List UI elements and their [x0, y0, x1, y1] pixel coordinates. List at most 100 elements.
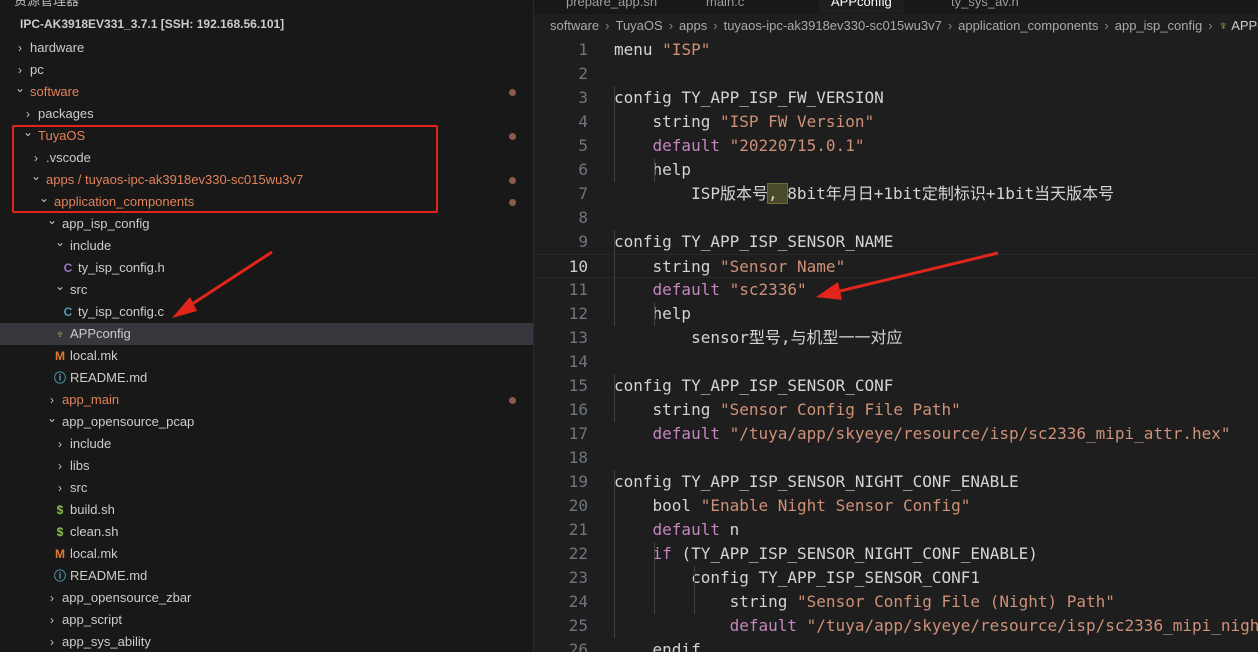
tree-item-build-sh[interactable]: $ build.sh	[0, 499, 533, 521]
line-number: 19	[568, 472, 588, 491]
code-line[interactable]: 23 config TY_APP_ISP_SENSOR_CONF1	[534, 566, 1258, 590]
tree-item-local-mk[interactable]: Mlocal.mk	[0, 345, 533, 367]
code-line[interactable]: 25 default "/tuya/app/skyeye/resource/is…	[534, 614, 1258, 638]
tree-item-libs[interactable]: › libs	[0, 455, 533, 477]
chevron-down-icon[interactable]: ⌄	[45, 407, 59, 429]
code-line[interactable]: 9 config TY_APP_ISP_SENSOR_NAME	[534, 230, 1258, 254]
chevron-right-icon[interactable]: ›	[53, 455, 67, 477]
line-number: 25	[568, 616, 588, 635]
tree-item-ty-isp-config-c[interactable]: Cty_isp_config.c	[0, 301, 533, 323]
tree-item-app-sys-ability[interactable]: › app_sys_ability	[0, 631, 533, 652]
code-line[interactable]: 16 string "Sensor Config File Path"	[534, 398, 1258, 422]
code-line[interactable]: 10 string "Sensor Name"	[534, 254, 1258, 278]
code-line[interactable]: 7 ISP版本号, 8bit年月日+1bit定制标识+1bit当天版本号	[534, 182, 1258, 206]
breadcrumb-item[interactable]: software	[550, 14, 599, 38]
code-line[interactable]: 14	[534, 350, 1258, 374]
breadcrumb-item[interactable]: application_components	[958, 14, 1098, 38]
code-token: config TY_APP_ISP_SENSOR_NIGHT_CONF_ENAB…	[614, 472, 1019, 491]
tab-main-c[interactable]: main.c	[694, 0, 756, 13]
breadcrumb-item[interactable]: app_isp_config	[1115, 14, 1202, 38]
code-line[interactable]: 4 string "ISP FW Version"	[534, 110, 1258, 134]
tab-ty-sys-av-h[interactable]: ty_sys_av.h	[939, 0, 1031, 13]
code-line[interactable]: 22 if (TY_APP_ISP_SENSOR_NIGHT_CONF_ENAB…	[534, 542, 1258, 566]
annotation-highlight-box	[12, 125, 438, 213]
chevron-right-icon[interactable]: ›	[53, 477, 67, 499]
chevron-right-icon[interactable]: ›	[45, 587, 59, 609]
line-number: 9	[578, 232, 588, 251]
code-line[interactable]: 26 endif	[534, 638, 1258, 652]
tab-appconfig[interactable]: APPconfig	[819, 0, 904, 13]
code-line[interactable]: 17 default "/tuya/app/skyeye/resource/is…	[534, 422, 1258, 446]
code-text: default "20220715.0.1"	[614, 134, 865, 158]
line-number: 10	[568, 257, 588, 276]
code-text: bool "Enable Night Sensor Config"	[614, 494, 971, 518]
breadcrumb-item[interactable]: apps	[679, 14, 707, 38]
tree-item-readme-md[interactable]: ⓘ README.md	[0, 367, 533, 389]
code-token: config TY_APP_ISP_SENSOR_CONF1	[614, 568, 981, 587]
code-line[interactable]: 8	[534, 206, 1258, 230]
line-number: 8	[578, 208, 588, 227]
tree-item-label: include	[70, 238, 112, 253]
chevron-right-icon[interactable]: ›	[53, 433, 67, 455]
tree-item-app-main[interactable]: › app_main	[0, 389, 533, 411]
code-line[interactable]: 1 menu "ISP"	[534, 38, 1258, 62]
code-token: "Sensor Config File (Night) Path"	[797, 592, 1115, 611]
code-line[interactable]: 19 config TY_APP_ISP_SENSOR_NIGHT_CONF_EN…	[534, 470, 1258, 494]
code-line[interactable]: 13 sensor型号,与机型一一对应	[534, 326, 1258, 350]
tree-item-label: libs	[70, 458, 90, 473]
chevron-right-icon[interactable]: ›	[45, 631, 59, 652]
code-line[interactable]: 2	[534, 62, 1258, 86]
tree-item-include[interactable]: › include	[0, 433, 533, 455]
tree-item-readme-md[interactable]: ⓘ README.md	[0, 565, 533, 587]
chevron-right-icon[interactable]: ›	[13, 37, 27, 59]
line-number: 20	[568, 496, 588, 515]
chevron-down-icon[interactable]: ⌄	[13, 77, 27, 99]
code-line[interactable]: 12 help	[534, 302, 1258, 326]
line-number: 17	[568, 424, 588, 443]
code-line[interactable]: 3 config TY_APP_ISP_FW_VERSION	[534, 86, 1258, 110]
tree-item-pc[interactable]: › pc	[0, 59, 533, 81]
code-line[interactable]: 21 default n	[534, 518, 1258, 542]
tree-item-packages[interactable]: › packages	[0, 103, 533, 125]
code-line[interactable]: 18	[534, 446, 1258, 470]
tree-item-software[interactable]: ⌄ software	[0, 81, 533, 103]
breadcrumb-separator-icon: ›	[947, 18, 953, 33]
code-line[interactable]: 6 help	[534, 158, 1258, 182]
line-number: 1	[578, 40, 588, 59]
breadcrumb-item[interactable]: ♆ APPconfig	[1219, 14, 1258, 38]
chevron-down-icon[interactable]: ⌄	[53, 275, 67, 297]
tree-item-src[interactable]: › src	[0, 477, 533, 499]
tree-item-appconfig[interactable]: ♆ APPconfig	[0, 323, 533, 345]
code-line[interactable]: 24 string "Sensor Config File (Night) Pa…	[534, 590, 1258, 614]
tree-item-include[interactable]: ⌄ include	[0, 235, 533, 257]
breadcrumb-separator-icon: ›	[668, 18, 674, 33]
chevron-right-icon[interactable]: ›	[45, 609, 59, 631]
tree-item-clean-sh[interactable]: $ clean.sh	[0, 521, 533, 543]
tree-item-ty-isp-config-h[interactable]: Cty_isp_config.h	[0, 257, 533, 279]
tree-item-label: clean.sh	[70, 524, 119, 539]
code-line[interactable]: 5 default "20220715.0.1"	[534, 134, 1258, 158]
code-token: default	[614, 616, 807, 635]
modified-dot-icon	[509, 199, 516, 206]
tree-item-app-opensource-zbar[interactable]: › app_opensource_zbar	[0, 587, 533, 609]
kconfig-icon: ♆	[55, 327, 65, 341]
tree-item-label: APPconfig	[70, 326, 131, 341]
code-token: string	[614, 592, 798, 611]
tree-item-app-opensource-pcap[interactable]: ⌄ app_opensource_pcap	[0, 411, 533, 433]
workspace-header[interactable]: IPC-AK3918EV331_3.7.1 [SSH: 192.168.56.1…	[20, 17, 284, 31]
tree-item-app-isp-config[interactable]: ⌄ app_isp_config	[0, 213, 533, 235]
tab-prepare-app-sh[interactable]: prepare_app.sh	[554, 0, 669, 13]
code-line[interactable]: 15 config TY_APP_ISP_SENSOR_CONF	[534, 374, 1258, 398]
code-line[interactable]: 11 default "sc2336"	[534, 278, 1258, 302]
tree-item-hardware[interactable]: › hardware	[0, 37, 533, 59]
breadcrumb-item[interactable]: tuyaos-ipc-ak3918ev330-sc015wu3v7	[724, 14, 942, 38]
breadcrumb-item[interactable]: TuyaOS	[615, 14, 662, 38]
tree-item-app-script[interactable]: › app_script	[0, 609, 533, 631]
line-number: 21	[568, 520, 588, 539]
code-editor[interactable]: 1 menu "ISP" 2 3 config TY_APP_ISP_FW_VERSIO…	[534, 38, 1258, 652]
code-text: endif	[614, 638, 701, 652]
tree-item-src[interactable]: ⌄ src	[0, 279, 533, 301]
chevron-down-icon[interactable]: ⌄	[53, 231, 67, 253]
tree-item-local-mk[interactable]: Mlocal.mk	[0, 543, 533, 565]
code-line[interactable]: 20 bool "Enable Night Sensor Config"	[534, 494, 1258, 518]
